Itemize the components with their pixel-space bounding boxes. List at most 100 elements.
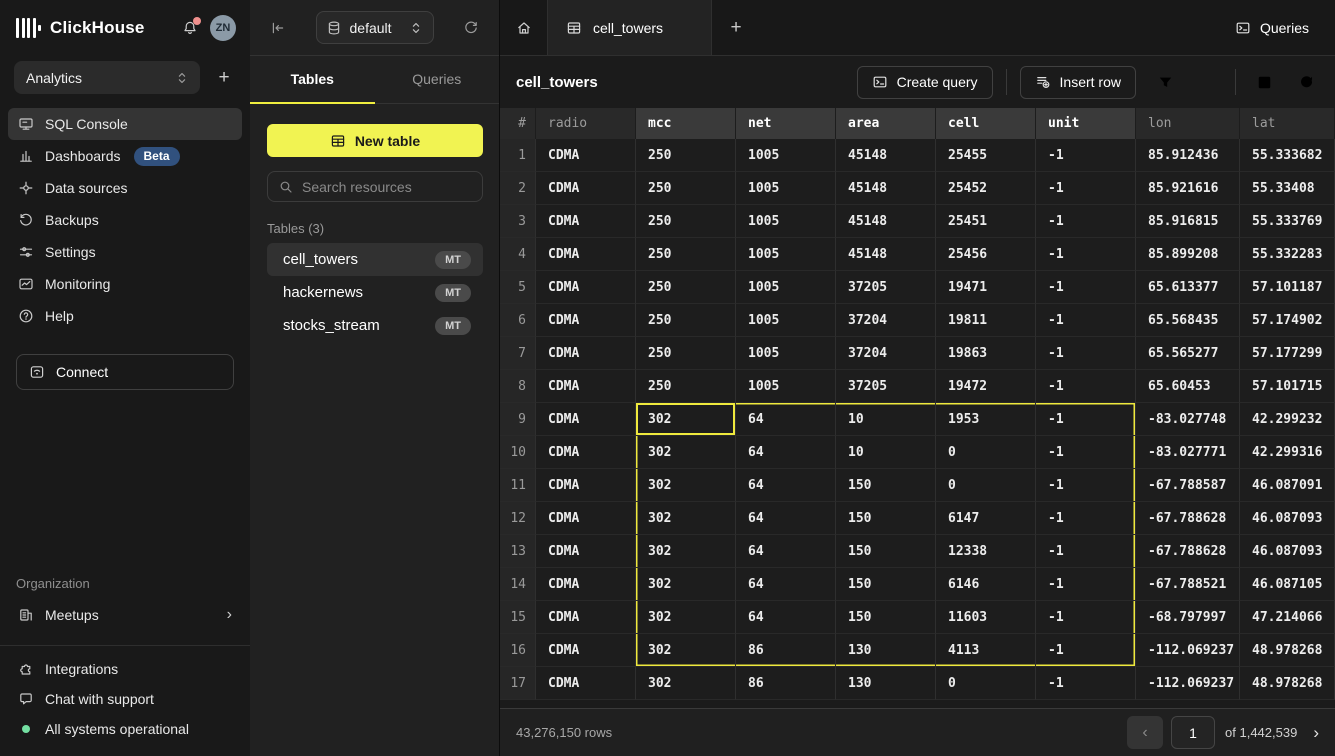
cell[interactable]: -1 xyxy=(1036,535,1136,568)
row-number[interactable]: 6 xyxy=(500,304,536,337)
column-header-num[interactable]: # xyxy=(500,108,536,139)
cell[interactable]: 6147 xyxy=(936,502,1036,535)
cell[interactable]: CDMA xyxy=(536,205,636,238)
cell[interactable]: -112.069237 xyxy=(1136,667,1240,700)
row-number[interactable]: 9 xyxy=(500,403,536,436)
cell[interactable]: 86 xyxy=(736,634,836,667)
previous-page-button[interactable]: ‹ xyxy=(1127,716,1163,749)
cell[interactable]: 250 xyxy=(636,271,736,304)
table-list-item-cell-towers[interactable]: cell_towersMT xyxy=(267,243,483,276)
cell[interactable]: 37204 xyxy=(836,337,936,370)
row-number[interactable]: 11 xyxy=(500,469,536,502)
column-header-lat[interactable]: lat xyxy=(1240,108,1335,139)
cell[interactable]: 19472 xyxy=(936,370,1036,403)
cell[interactable]: 0 xyxy=(936,436,1036,469)
queries-button[interactable]: Queries xyxy=(1235,20,1309,36)
cell[interactable]: -1 xyxy=(1036,469,1136,502)
row-number[interactable]: 13 xyxy=(500,535,536,568)
cell[interactable]: -1 xyxy=(1036,403,1136,436)
sidebar-item-monitoring[interactable]: Monitoring xyxy=(8,268,242,300)
cell[interactable]: CDMA xyxy=(536,172,636,205)
row-number[interactable]: 8 xyxy=(500,370,536,403)
cell[interactable]: 64 xyxy=(736,469,836,502)
refresh-icon[interactable] xyxy=(463,20,479,36)
cell[interactable]: 12338 xyxy=(936,535,1036,568)
cell[interactable]: 64 xyxy=(736,601,836,634)
collapse-panel-icon[interactable] xyxy=(270,20,286,36)
cell[interactable]: 65.613377 xyxy=(1136,271,1240,304)
cell[interactable]: CDMA xyxy=(536,271,636,304)
cell[interactable]: 46.087093 xyxy=(1240,502,1335,535)
cell[interactable]: 47.214066 xyxy=(1240,601,1335,634)
cell[interactable]: 37204 xyxy=(836,304,936,337)
cell[interactable]: 55.33408 xyxy=(1240,172,1335,205)
cell[interactable]: -1 xyxy=(1036,172,1136,205)
sidebar-item-backups[interactable]: Backups xyxy=(8,204,242,236)
cell[interactable]: 64 xyxy=(736,568,836,601)
cell[interactable]: CDMA xyxy=(536,436,636,469)
sidebar-item-chat-with-support[interactable]: Chat with support xyxy=(8,684,242,714)
create-query-button[interactable]: Create query xyxy=(857,66,993,99)
page-number-input[interactable] xyxy=(1171,716,1215,749)
download-icon[interactable] xyxy=(1249,67,1279,97)
cell[interactable]: -1 xyxy=(1036,304,1136,337)
sidebar-item-integrations[interactable]: Integrations xyxy=(8,654,242,684)
cell[interactable]: 42.299316 xyxy=(1240,436,1335,469)
cell[interactable]: 25451 xyxy=(936,205,1036,238)
cell[interactable]: -1 xyxy=(1036,238,1136,271)
cell[interactable]: -68.797997 xyxy=(1136,601,1240,634)
cell[interactable]: 1005 xyxy=(736,139,836,172)
cell[interactable]: 250 xyxy=(636,205,736,238)
cell[interactable]: 46.087091 xyxy=(1240,469,1335,502)
column-header-net[interactable]: net xyxy=(736,108,836,139)
cell[interactable]: 0 xyxy=(936,667,1036,700)
sidebar-item-meetups[interactable]: Meetups › xyxy=(8,599,242,631)
cell[interactable]: 48.978268 xyxy=(1240,634,1335,667)
cell[interactable]: 6146 xyxy=(936,568,1036,601)
sidebar-item-help[interactable]: Help xyxy=(8,300,242,332)
column-header-unit[interactable]: unit xyxy=(1036,108,1136,139)
row-number[interactable]: 4 xyxy=(500,238,536,271)
table-list-item-hackernews[interactable]: hackernewsMT xyxy=(267,276,483,309)
cell[interactable]: 1005 xyxy=(736,238,836,271)
cell[interactable]: 250 xyxy=(636,304,736,337)
cell[interactable]: CDMA xyxy=(536,304,636,337)
cell[interactable]: -1 xyxy=(1036,337,1136,370)
cell[interactable]: 85.912436 xyxy=(1136,139,1240,172)
sidebar-item-all-systems-operational[interactable]: All systems operational xyxy=(8,714,242,744)
cell[interactable]: 85.916815 xyxy=(1136,205,1240,238)
cell[interactable]: -67.788521 xyxy=(1136,568,1240,601)
cell[interactable]: 55.333769 xyxy=(1240,205,1335,238)
cell[interactable]: CDMA xyxy=(536,337,636,370)
notifications-bell-icon[interactable] xyxy=(182,20,198,36)
cell[interactable]: 64 xyxy=(736,403,836,436)
new-table-button[interactable]: New table xyxy=(267,124,483,157)
cell[interactable]: 45148 xyxy=(836,238,936,271)
cell[interactable]: -67.788628 xyxy=(1136,502,1240,535)
cell[interactable]: CDMA xyxy=(536,634,636,667)
cell[interactable]: 64 xyxy=(736,502,836,535)
cell[interactable]: 64 xyxy=(736,436,836,469)
cell[interactable]: 57.177299 xyxy=(1240,337,1335,370)
column-header-mcc[interactable]: mcc xyxy=(636,108,736,139)
cell[interactable]: 150 xyxy=(836,469,936,502)
cell[interactable]: -67.788628 xyxy=(1136,535,1240,568)
cell[interactable]: CDMA xyxy=(536,601,636,634)
column-header-cell[interactable]: cell xyxy=(936,108,1036,139)
cell[interactable]: 10 xyxy=(836,403,936,436)
database-select[interactable]: default xyxy=(316,11,434,44)
cell[interactable]: 46.087105 xyxy=(1240,568,1335,601)
cell[interactable]: 0 xyxy=(936,469,1036,502)
cell[interactable]: 130 xyxy=(836,634,936,667)
cell[interactable]: 42.299232 xyxy=(1240,403,1335,436)
cell[interactable]: 302 xyxy=(636,568,736,601)
cell[interactable]: CDMA xyxy=(536,667,636,700)
cell[interactable]: 55.332283 xyxy=(1240,238,1335,271)
cell[interactable]: 302 xyxy=(636,469,736,502)
cell[interactable]: 57.101187 xyxy=(1240,271,1335,304)
workspace-select[interactable]: Analytics xyxy=(14,61,200,94)
cell[interactable]: 57.174902 xyxy=(1240,304,1335,337)
cell[interactable]: 65.60453 xyxy=(1136,370,1240,403)
cell[interactable]: 250 xyxy=(636,238,736,271)
sort-icon[interactable] xyxy=(1192,67,1222,97)
